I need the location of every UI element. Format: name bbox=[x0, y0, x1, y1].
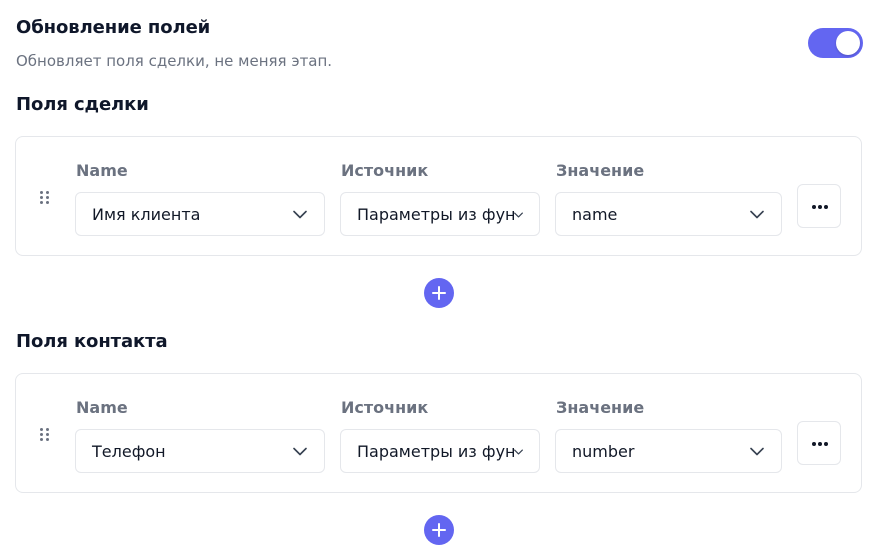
panel-title: Обновление полей bbox=[16, 17, 211, 38]
chevron-down-icon bbox=[514, 212, 523, 218]
column-label-value: Значение bbox=[556, 161, 645, 180]
section-title-contact-fields: Поля контакта bbox=[16, 331, 168, 352]
section-title-deal-fields: Поля сделки bbox=[16, 94, 149, 115]
more-options-button[interactable] bbox=[797, 421, 841, 465]
contact-field-row-card: Name Источник Значение Телефон Параметры… bbox=[15, 373, 862, 493]
drag-handle-icon[interactable] bbox=[40, 428, 50, 442]
add-contact-field-button[interactable] bbox=[424, 515, 454, 545]
add-deal-field-button[interactable] bbox=[424, 278, 454, 308]
more-horizontal-icon bbox=[812, 442, 816, 446]
drag-handle-icon[interactable] bbox=[40, 191, 50, 205]
deal-field-row-card: Name Источник Значение Имя клиента Парам… bbox=[15, 136, 862, 256]
value-select-value: number bbox=[572, 442, 635, 461]
more-horizontal-icon bbox=[812, 205, 816, 209]
source-select[interactable]: Параметры из функции bbox=[340, 192, 540, 236]
value-select-value: name bbox=[572, 205, 618, 224]
name-select[interactable]: Имя клиента bbox=[75, 192, 325, 236]
name-select[interactable]: Телефон bbox=[75, 429, 325, 473]
toggle-knob bbox=[836, 31, 860, 55]
column-label-source: Источник bbox=[341, 398, 429, 417]
field-update-panel: Обновление полей Обновляет поля сделки, … bbox=[0, 0, 877, 560]
source-select[interactable]: Параметры из функции bbox=[340, 429, 540, 473]
chevron-down-icon bbox=[293, 210, 307, 219]
chevron-down-icon bbox=[514, 449, 523, 455]
value-select[interactable]: name bbox=[555, 192, 782, 236]
column-label-name: Name bbox=[76, 161, 128, 180]
value-select[interactable]: number bbox=[555, 429, 782, 473]
chevron-down-icon bbox=[293, 447, 307, 456]
source-select-value: Параметры из функции bbox=[357, 442, 515, 461]
name-select-value: Имя клиента bbox=[92, 205, 201, 224]
chevron-down-icon bbox=[750, 447, 764, 456]
column-label-source: Источник bbox=[341, 161, 429, 180]
chevron-down-icon bbox=[750, 210, 764, 219]
column-label-name: Name bbox=[76, 398, 128, 417]
column-label-value: Значение bbox=[556, 398, 645, 417]
enable-toggle[interactable] bbox=[808, 28, 863, 58]
panel-subtitle: Обновляет поля сделки, не меняя этап. bbox=[16, 52, 333, 70]
name-select-value: Телефон bbox=[92, 442, 166, 461]
more-options-button[interactable] bbox=[797, 184, 841, 228]
source-select-value: Параметры из функции bbox=[357, 205, 515, 224]
